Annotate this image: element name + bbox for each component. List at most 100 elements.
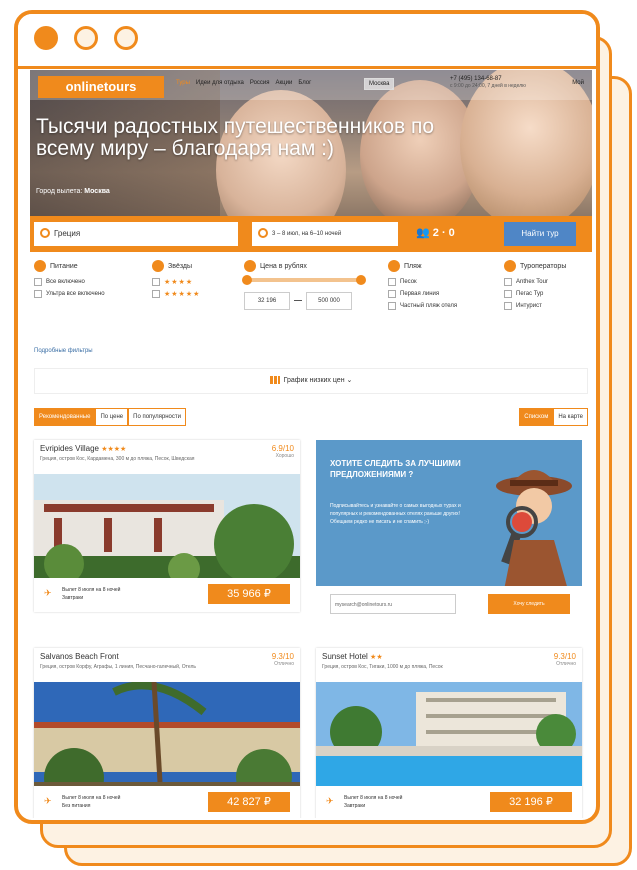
tab-map-view[interactable]: На карте [553,408,588,426]
ruble-sign-icon: ₽ [263,796,271,808]
departure-info: Вылет 8 июля на 8 ночей Завтраки [344,794,402,810]
filter-operator-option[interactable]: Пегас Тур [504,290,566,298]
tab-list-view[interactable]: Списком [519,408,554,426]
filter-meal-option[interactable]: Ультра все включено [34,290,105,298]
account-link[interactable]: Мой [572,80,584,86]
price-slider-min-handle[interactable] [242,275,252,285]
plane-icon: ✈ [44,588,52,598]
email-input[interactable]: mysearch@onlinetours.ru [330,594,456,614]
hotel-rating: 9.3/10 Отлично [272,652,294,667]
checkbox[interactable] [504,290,512,298]
hotel-location: Греция, остров Кос, Тигаки, 1000 м до пл… [322,664,443,670]
promo-text: Подписывайтесь и узнавайте о самых выгод… [330,503,461,525]
checkbox[interactable] [388,302,396,310]
calendar-icon [258,228,268,238]
filter-beach-option[interactable]: Песок [388,278,457,286]
rating-label: Отлично [274,661,294,667]
departure-city-link[interactable]: Москва [84,188,110,195]
filter-operator-option[interactable]: Интурист [504,302,566,310]
checkbox[interactable] [388,290,396,298]
checkbox[interactable] [152,290,160,298]
nav-link-russia[interactable]: Россия [250,80,270,86]
site-logo[interactable]: onlinetours [38,76,164,98]
plane-icon: ✈ [326,796,334,806]
minimize-window-button[interactable] [74,26,98,50]
rating-label: Отлично [556,661,576,667]
checkbox[interactable] [388,278,396,286]
dates-field[interactable]: 3 – 8 июл, на 6–10 ночей [252,222,398,246]
tab-by-price[interactable]: По цене [95,408,129,426]
find-tour-button[interactable]: Найти тур [504,222,576,246]
departure-city: Город вылета: Москва [36,188,110,195]
hotel-name[interactable]: Sunset Hotel ★★ [322,652,576,661]
hotel-photo[interactable] [34,682,300,786]
price-max-input[interactable]: 500 000 [306,292,352,310]
checkbox[interactable] [34,278,42,286]
filters-panel: Питание Все включено Ультра все включено… [30,252,592,360]
hotel-photo[interactable] [316,682,582,786]
price-slider[interactable] [242,275,366,285]
hotel-card-footer: ✈ Вылет 8 июля на 8 ночей Без питания 42 … [34,786,300,818]
tab-recommended[interactable]: Рекомендованные [34,408,96,426]
price-button[interactable]: 42 827 ₽ [208,792,290,812]
filter-stars-option[interactable]: ★★★★★ [152,290,200,298]
ruble-icon [244,260,256,272]
hotel-card[interactable]: Sunset Hotel ★★ Греция, остров Кос, Тига… [316,648,582,818]
price-chart-toggle[interactable]: График низких цен ⌄ [34,368,588,394]
filter-operator-option[interactable]: Anthex Tour [504,278,566,286]
hotel-location: Греция, остров Корфу, Аграфы, 1 линия, П… [40,664,196,670]
city-selector[interactable]: Москва [364,78,395,90]
checkbox[interactable] [504,302,512,310]
hotel-name[interactable]: Evripides Village ★★★★ [40,444,294,453]
operator-icon [504,260,516,272]
view-tabs: Списком На карте [519,408,588,426]
departure-info: Вылет 8 июля на 8 ночей Без питания [62,794,120,810]
nav-link-blog[interactable]: Блог [298,80,311,86]
detective-icon [496,470,572,590]
hotel-stars: ★★ [370,654,383,661]
star-icon [152,260,164,272]
filter-price: Цена в рублях 32 196 500 000 [242,260,366,310]
hotel-card[interactable]: Evripides Village ★★★★ Греция, остров Ко… [34,440,300,612]
price-min-input[interactable]: 32 196 [244,292,290,310]
filter-stars-option[interactable]: ★★★★ [152,278,200,286]
hotel-results: Evripides Village ★★★★ Греция, остров Ко… [30,434,592,818]
nav-link-deals[interactable]: Акции [276,80,293,86]
checkbox-label: Пегас Тур [516,291,544,297]
hotel-rating: 9.3/10 Отлично [554,652,576,667]
tourists-selector[interactable]: 👥 2 · 0 [416,226,455,239]
checkbox-label: Частный пляж отеля [400,303,458,309]
checkbox[interactable] [34,290,42,298]
tab-by-popularity[interactable]: По популярности [128,408,186,426]
close-window-button[interactable] [34,26,58,50]
beach-icon [388,260,400,272]
checkbox[interactable] [152,278,160,286]
checkbox[interactable] [504,278,512,286]
browser-window: onlinetours Туры Идеи для отдыха Россия … [14,10,600,824]
price-button[interactable]: 32 196 ₽ [490,792,572,812]
filter-meal-option[interactable]: Все включено [34,278,105,286]
more-filters-link[interactable]: Подробные фильтры [34,348,93,354]
webpage: onlinetours Туры Идеи для отдыха Россия … [30,70,592,818]
follow-button[interactable]: Хочу следить [488,594,570,614]
filter-stars-title: Звёзды [168,262,193,270]
phone-number[interactable]: +7 (495) 134-68-87 [450,76,546,83]
maximize-window-button[interactable] [114,26,138,50]
price-slider-max-handle[interactable] [356,275,366,285]
hotel-name[interactable]: Salvanos Beach Front [40,652,294,661]
nav-link-tours[interactable]: Туры [176,80,190,86]
filter-beach-option[interactable]: Частный пляж отеля [388,302,457,310]
filter-beach-option[interactable]: Первая линия [388,290,457,298]
departure-label: Город вылета: [36,188,83,195]
nav-link-ideas[interactable]: Идеи для отдыха [196,80,244,86]
hotel-photo[interactable] [34,474,300,578]
plane-icon: ✈ [44,796,52,806]
hotel-card-header: Salvanos Beach Front Греция, остров Корф… [34,648,300,682]
price-value: 35 966 [227,588,261,600]
country-field[interactable]: Греция [34,222,238,246]
hotel-card[interactable]: Salvanos Beach Front Греция, остров Корф… [34,648,300,818]
price-value: 42 827 [227,796,261,808]
checkbox-label: Anthex Tour [516,279,548,285]
price-button[interactable]: 35 966 ₽ [208,584,290,604]
rating-value: 9.3/10 [271,652,294,661]
